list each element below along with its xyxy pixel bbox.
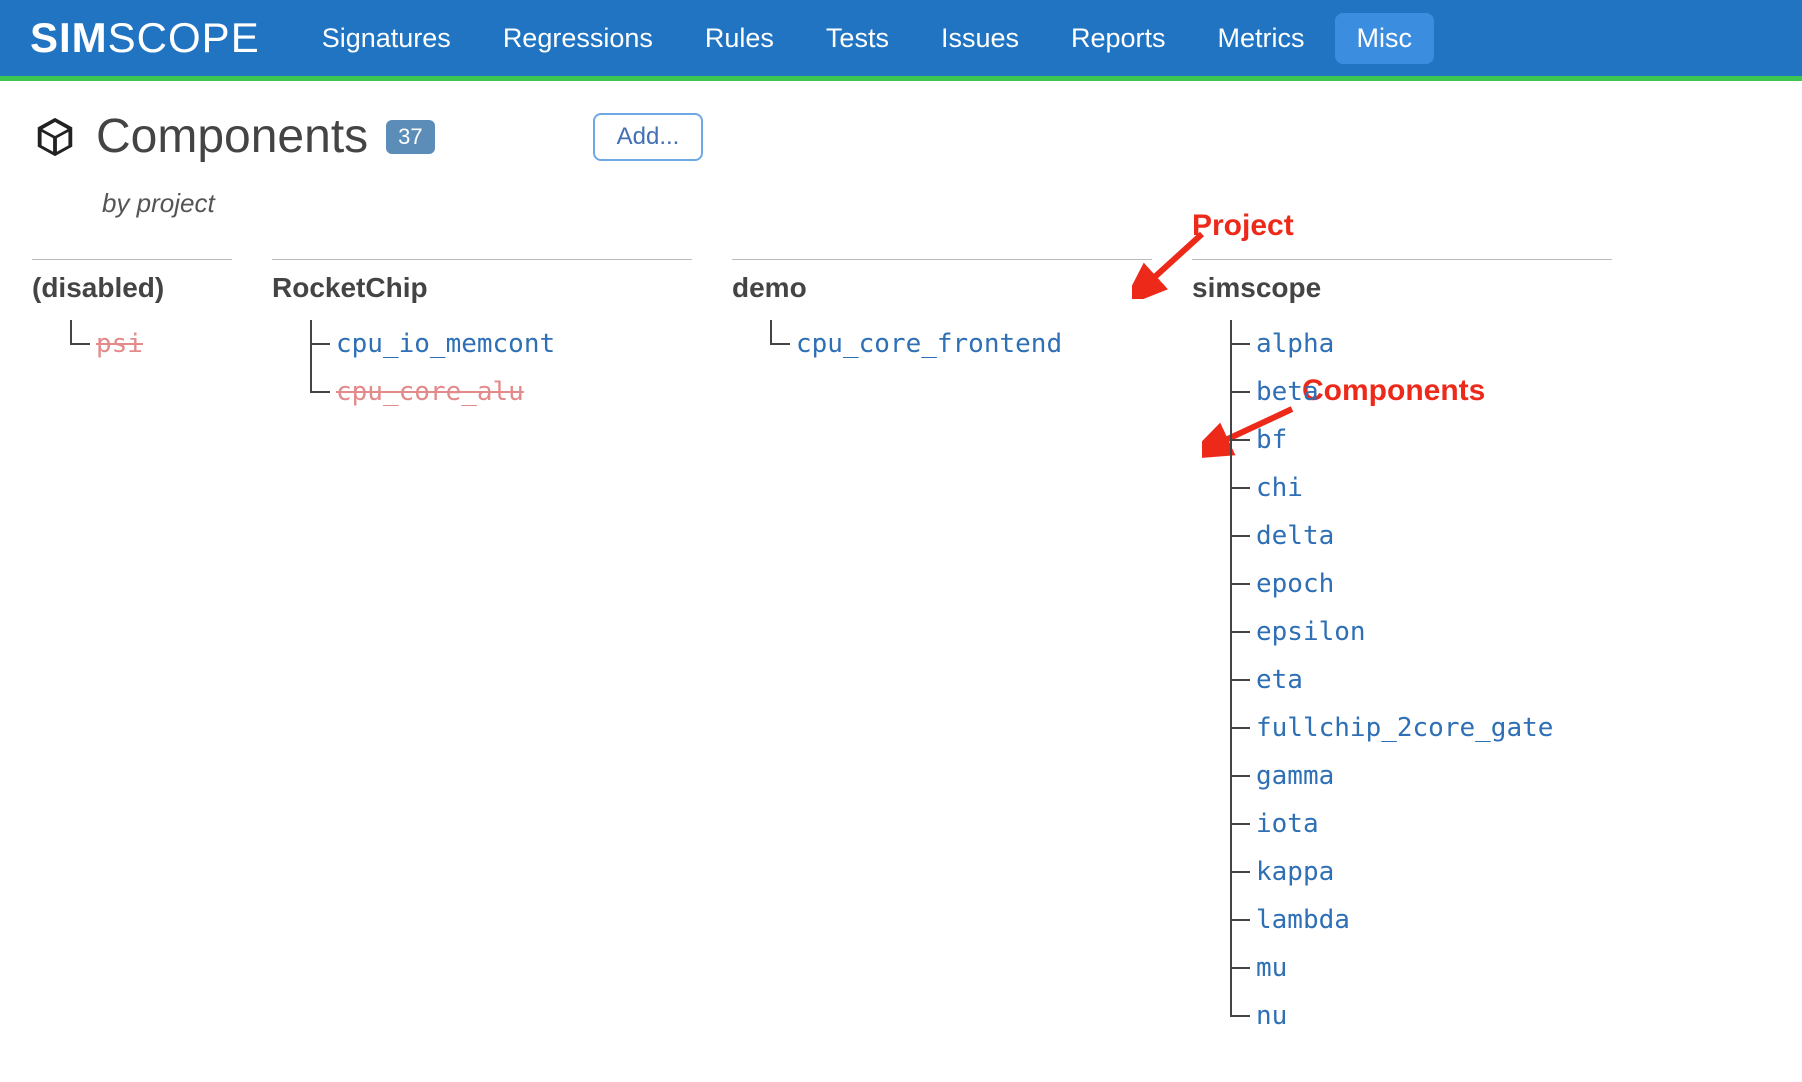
- count-badge: 37: [386, 120, 434, 154]
- project-column: (disabled) psi: [32, 259, 232, 1040]
- nav-item-issues[interactable]: Issues: [919, 13, 1041, 64]
- component-row: cpu_core_alu: [300, 368, 692, 416]
- component-tree: cpu_io_memcont cpu_core_alu: [300, 320, 692, 416]
- component-link[interactable]: epoch: [1256, 569, 1334, 599]
- page-body: Components 37 Add... by project Project …: [0, 81, 1802, 1068]
- component-row: fullchip_2core_gate: [1220, 704, 1612, 752]
- nav-item-rules[interactable]: Rules: [683, 13, 796, 64]
- tree-connector-icon: [1220, 800, 1256, 848]
- component-link[interactable]: gamma: [1256, 761, 1334, 791]
- project-column: RocketChip cpu_io_memcont cpu_core_alu: [272, 259, 692, 1040]
- component-row: gamma: [1220, 752, 1612, 800]
- component-link[interactable]: mu: [1256, 953, 1287, 983]
- component-row: epsilon: [1220, 608, 1612, 656]
- nav-item-signatures[interactable]: Signatures: [300, 13, 473, 64]
- component-link[interactable]: iota: [1256, 809, 1319, 839]
- title-row: Components 37 Add...: [32, 109, 1770, 164]
- component-row: cpu_io_memcont: [300, 320, 692, 368]
- brand-part2: SCOPE: [108, 14, 260, 61]
- component-link[interactable]: chi: [1256, 473, 1303, 503]
- tree-connector-icon: [1220, 320, 1256, 368]
- component-link[interactable]: nu: [1256, 1001, 1287, 1031]
- page-title: Components: [96, 109, 368, 164]
- component-tree: alpha beta bf chi delta epoch epsilon eta fullch…: [1220, 320, 1612, 1040]
- component-tree: cpu_core_frontend: [760, 320, 1152, 368]
- component-link[interactable]: delta: [1256, 521, 1334, 551]
- component-row: bf: [1220, 416, 1612, 464]
- tree-connector-icon: [1220, 656, 1256, 704]
- tree-connector-icon: [300, 320, 336, 368]
- column-divider: [1192, 259, 1612, 260]
- tree-connector-icon: [1220, 752, 1256, 800]
- tree-connector-icon: [1220, 944, 1256, 992]
- project-header: (disabled): [32, 272, 232, 304]
- project-column: demo cpu_core_frontend: [732, 259, 1152, 1040]
- column-divider: [732, 259, 1152, 260]
- component-link[interactable]: epsilon: [1256, 617, 1366, 647]
- tree-connector-icon: [1220, 464, 1256, 512]
- nav-item-tests[interactable]: Tests: [804, 13, 911, 64]
- brand-part1: SIM: [30, 14, 108, 61]
- component-row: psi: [60, 320, 232, 368]
- component-row: lambda: [1220, 896, 1612, 944]
- component-link[interactable]: cpu_io_memcont: [336, 329, 555, 359]
- nav-item-misc[interactable]: Misc: [1335, 13, 1435, 64]
- component-link[interactable]: beta: [1256, 377, 1319, 407]
- columns-container: Project Components (disabled)psiRocketCh…: [32, 259, 1770, 1040]
- component-row: iota: [1220, 800, 1612, 848]
- brand-logo[interactable]: SIMSCOPE: [30, 14, 260, 62]
- component-row: chi: [1220, 464, 1612, 512]
- cube-icon: [32, 114, 78, 160]
- top-navbar: SIMSCOPE SignaturesRegressionsRulesTests…: [0, 0, 1802, 76]
- component-row: cpu_core_frontend: [760, 320, 1152, 368]
- component-link[interactable]: lambda: [1256, 905, 1350, 935]
- component-link[interactable]: psi: [96, 329, 143, 359]
- component-row: delta: [1220, 512, 1612, 560]
- component-row: eta: [1220, 656, 1612, 704]
- tree-connector-icon: [1220, 560, 1256, 608]
- nav-item-metrics[interactable]: Metrics: [1196, 13, 1327, 64]
- column-divider: [272, 259, 692, 260]
- page-subtitle: by project: [102, 188, 1770, 219]
- component-row: epoch: [1220, 560, 1612, 608]
- add-button[interactable]: Add...: [593, 113, 704, 161]
- column-divider: [32, 259, 232, 260]
- tree-connector-icon: [1220, 608, 1256, 656]
- tree-connector-icon: [760, 320, 796, 368]
- nav-item-reports[interactable]: Reports: [1049, 13, 1188, 64]
- project-header: demo: [732, 272, 1152, 304]
- project-header: RocketChip: [272, 272, 692, 304]
- tree-connector-icon: [60, 320, 96, 368]
- project-column: simscope alpha beta bf chi delta epoch epsilon e…: [1192, 259, 1612, 1040]
- component-row: nu: [1220, 992, 1612, 1040]
- tree-connector-icon: [1220, 848, 1256, 896]
- component-link[interactable]: fullchip_2core_gate: [1256, 713, 1553, 743]
- tree-connector-icon: [1220, 992, 1256, 1040]
- component-row: kappa: [1220, 848, 1612, 896]
- tree-connector-icon: [1220, 416, 1256, 464]
- component-link[interactable]: cpu_core_frontend: [796, 329, 1062, 359]
- component-row: mu: [1220, 944, 1612, 992]
- nav-items: SignaturesRegressionsRulesTestsIssuesRep…: [300, 13, 1434, 64]
- tree-connector-icon: [1220, 512, 1256, 560]
- component-row: beta: [1220, 368, 1612, 416]
- tree-connector-icon: [1220, 368, 1256, 416]
- component-row: alpha: [1220, 320, 1612, 368]
- tree-connector-icon: [1220, 704, 1256, 752]
- component-tree: psi: [60, 320, 232, 368]
- component-link[interactable]: bf: [1256, 425, 1287, 455]
- project-header: simscope: [1192, 272, 1612, 304]
- component-link[interactable]: eta: [1256, 665, 1303, 695]
- component-link[interactable]: cpu_core_alu: [336, 377, 524, 407]
- component-link[interactable]: kappa: [1256, 857, 1334, 887]
- component-link[interactable]: alpha: [1256, 329, 1334, 359]
- tree-connector-icon: [1220, 896, 1256, 944]
- nav-item-regressions[interactable]: Regressions: [481, 13, 675, 64]
- tree-connector-icon: [300, 368, 336, 416]
